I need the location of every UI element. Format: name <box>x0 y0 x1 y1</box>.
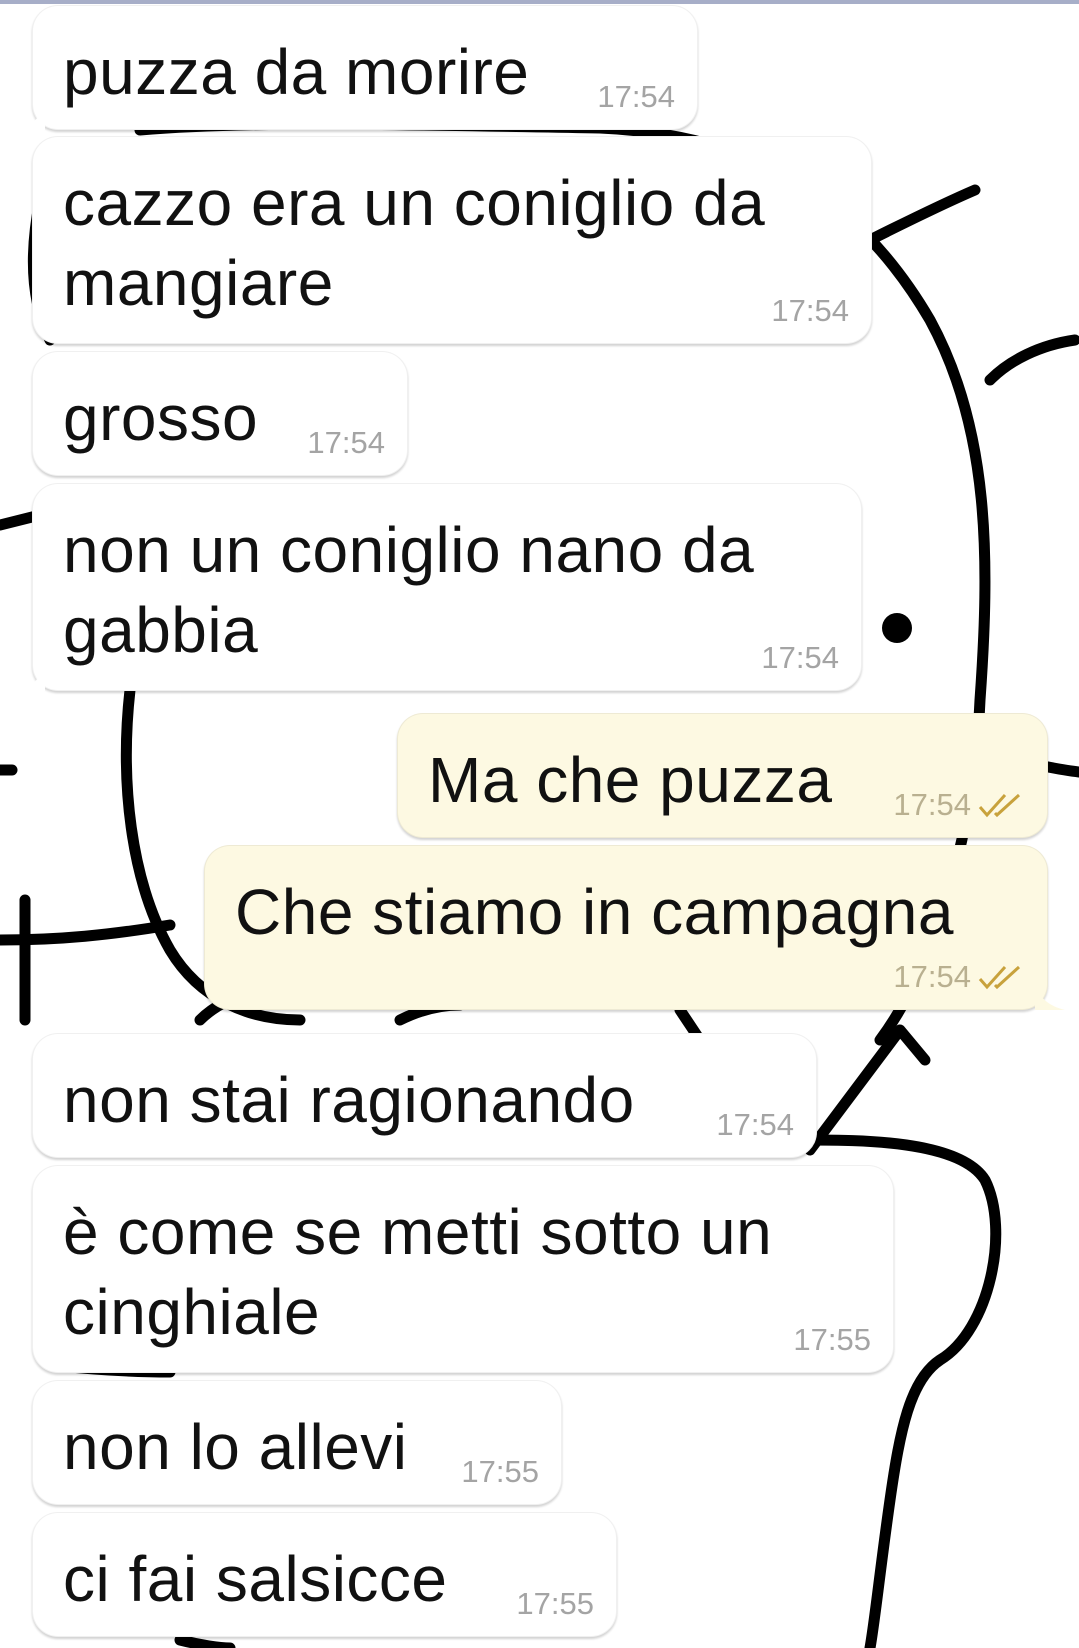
message-timestamp: 17:55 <box>793 1322 871 1357</box>
double-check-icon <box>978 965 1021 990</box>
message-timestamp: 17:54 <box>307 425 385 460</box>
message-timestamp: 17:54 <box>771 293 849 328</box>
bubble-tail <box>1035 984 1065 1010</box>
message-meta: 17:54 <box>716 1107 794 1143</box>
message-text: puzza da morire <box>63 36 530 108</box>
message-meta: 17:54 <box>761 640 839 676</box>
message-timestamp: 17:54 <box>761 640 839 675</box>
message-timestamp: 17:54 <box>893 787 971 822</box>
bubble-tail <box>15 104 45 130</box>
message-text: Che stiamo in campagna <box>235 876 954 948</box>
message-meta: 17:54 <box>597 79 675 115</box>
message-meta: 17:54 <box>893 959 1025 995</box>
message-meta: 17:55 <box>516 1586 594 1622</box>
incoming-message-bubble[interactable]: grosso 17:54 <box>32 351 408 476</box>
message-timestamp: 17:55 <box>461 1454 539 1489</box>
incoming-message-bubble[interactable]: non lo allevi 17:55 <box>32 1380 562 1505</box>
message-meta: 17:54 <box>893 787 1025 823</box>
message-timestamp: 17:55 <box>516 1586 594 1621</box>
message-text: non stai ragionando <box>63 1064 635 1136</box>
incoming-message-bubble[interactable]: cazzo era un coniglio da mangiare 17:54 <box>32 136 872 344</box>
outgoing-message-bubble[interactable]: Ma che puzza 17:54 <box>397 713 1048 838</box>
incoming-message-bubble[interactable]: non un coniglio nano da gabbia 17:54 <box>15 483 862 691</box>
message-meta: 17:55 <box>793 1322 871 1358</box>
message-timestamp: 17:54 <box>597 79 675 114</box>
incoming-message-bubble[interactable]: è come se metti sotto un cinghiale 17:55 <box>32 1165 894 1373</box>
incoming-message-bubble[interactable]: non stai ragionando 17:54 <box>32 1033 817 1158</box>
message-text: cazzo era un coniglio da mangiare <box>63 167 766 319</box>
message-meta: 17:55 <box>461 1454 539 1490</box>
message-timestamp: 17:54 <box>716 1107 794 1142</box>
double-check-icon <box>978 793 1021 818</box>
outgoing-message-bubble[interactable]: Che stiamo in campagna 17:54 <box>204 845 1065 1010</box>
message-text: non un coniglio nano da gabbia <box>63 514 755 666</box>
message-text: è come se metti sotto un cinghiale <box>63 1196 773 1348</box>
incoming-message-bubble[interactable]: ci fai salsicce 17:55 <box>32 1512 617 1637</box>
bubble-tail <box>15 665 45 691</box>
incoming-message-bubble[interactable]: puzza da morire 17:54 <box>15 5 698 130</box>
message-meta: 17:54 <box>307 425 385 461</box>
message-meta: 17:54 <box>771 293 849 329</box>
message-timestamp: 17:54 <box>893 959 971 994</box>
